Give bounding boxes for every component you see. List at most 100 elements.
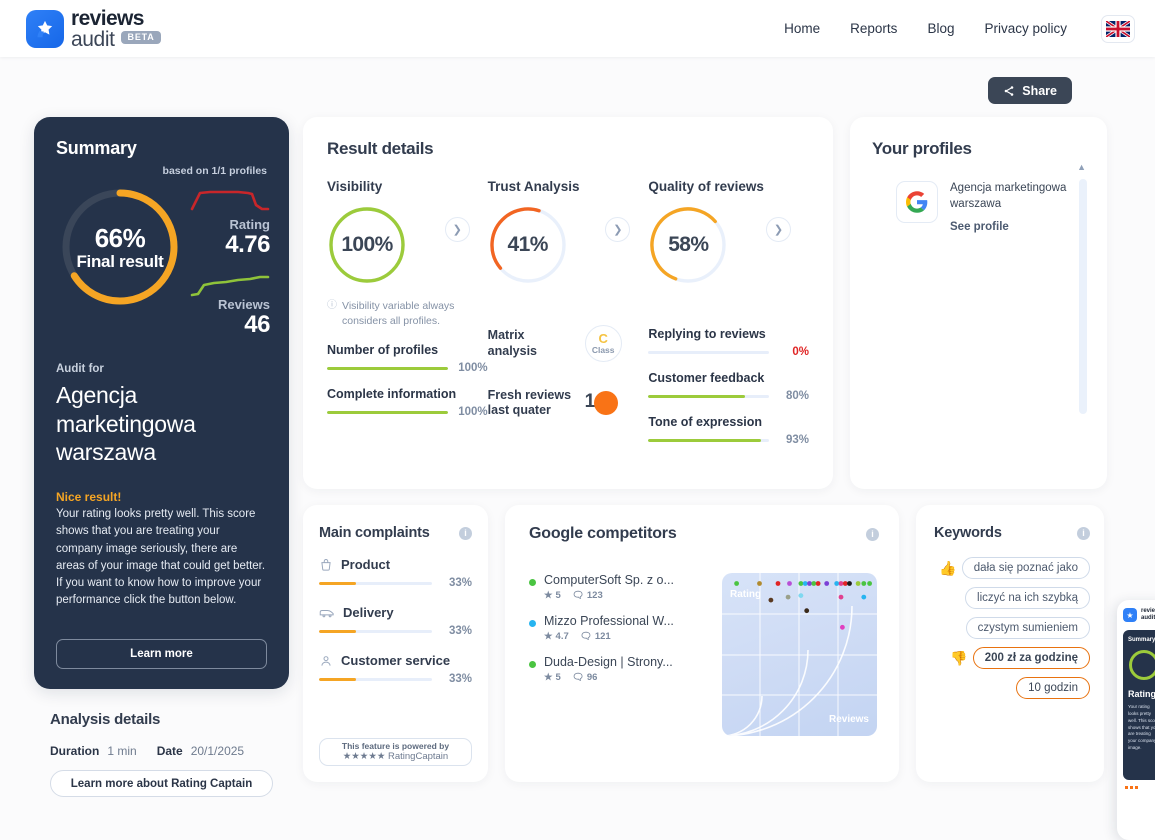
- competitor-reviews: 🗨 123: [572, 590, 603, 601]
- audited-company-name: Agencja marketingowa warszawa: [56, 382, 196, 465]
- bar-track: [327, 410, 448, 414]
- bar-fill: [648, 394, 745, 398]
- matrix-analysis-label: Matrix analysis: [487, 328, 538, 358]
- trust-rows: Matrix analysis C Class Fresh reviews la…: [488, 325, 649, 419]
- bar-number-of-profiles: Number of profiles 100%: [327, 343, 488, 374]
- language-selector[interactable]: [1101, 14, 1135, 43]
- scroll-up-chevron-icon[interactable]: ▲: [1077, 162, 1086, 172]
- info-icon: ⓘ: [327, 300, 337, 311]
- nav-item-home[interactable]: Home: [784, 21, 820, 36]
- metric-visibility-label: Visibility: [327, 179, 383, 194]
- keyword-row: czystym sumieniem: [965, 617, 1090, 639]
- powered-by-rating-captain-badge[interactable]: This feature is powered by ★★★★★ RatingC…: [319, 738, 472, 766]
- competitor-reviews-value: 96: [586, 672, 598, 683]
- complaint-delivery: Delivery 33%: [319, 605, 472, 637]
- comment-icon: 🗨: [571, 672, 584, 683]
- your-profiles-title: Your profiles: [872, 139, 972, 158]
- widget-logo-line-1: reviews: [1141, 608, 1155, 614]
- keyword-chip[interactable]: 200 zł za godzinę: [972, 647, 1090, 669]
- keyword-chip[interactable]: 10 godzin: [1016, 677, 1090, 699]
- result-details-title: Result details: [327, 139, 434, 158]
- bar-label: Number of profiles: [327, 343, 439, 358]
- list-item[interactable]: Duda-Design | Strony... ★ 5 🗨 96: [529, 655, 704, 683]
- widget-logo: ★ reviews audit: [1123, 608, 1155, 623]
- summary-based-on: based on 1/1 profiles: [162, 165, 267, 177]
- competitor-dot: [529, 620, 536, 627]
- profile-name: Agencja marketingowa warszawa: [950, 182, 1067, 210]
- complaint-customer-service: Customer service 33%: [319, 653, 472, 685]
- quality-expand-chevron-right-icon[interactable]: ❯: [766, 217, 792, 242]
- profile-list-item[interactable]: Agencja marketingowa warszawa See profil…: [872, 181, 1087, 235]
- competitor-list: ComputerSoft Sp. z o... ★ 5 🗨 123 Mizzo …: [529, 573, 704, 736]
- keyword-chip[interactable]: liczyć na ich szybką: [965, 587, 1090, 609]
- duration-label: Duration: [50, 744, 100, 758]
- keyword-chip[interactable]: dała się poznać jako: [961, 557, 1090, 579]
- trust-expand-chevron-right-icon[interactable]: ❯: [605, 217, 631, 242]
- bar-track: [319, 581, 432, 585]
- competitor-name: ComputerSoft Sp. z o...: [544, 573, 674, 587]
- competitors-info-icon[interactable]: i: [866, 527, 879, 541]
- share-button[interactable]: Share: [988, 77, 1072, 104]
- bar-percent: 80%: [785, 390, 810, 402]
- summary-sparklines: Rating 4.76 Reviews 46: [184, 183, 271, 337]
- competitor-rating: ★ 5: [544, 672, 561, 683]
- final-result-donut: 66% Final result: [56, 183, 184, 311]
- nav-item-blog[interactable]: Blog: [927, 21, 954, 36]
- bar-percent: 33%: [448, 673, 472, 685]
- competitor-name: Mizzo Professional W...: [544, 614, 674, 628]
- bar-fill: [319, 677, 357, 681]
- metric-quality-of-reviews: Quality of reviews 58% ❯ Replying to rev: [648, 179, 809, 459]
- uk-flag-icon: [1106, 20, 1130, 37]
- fresh-reviews-label: Fresh reviews last quater: [487, 388, 572, 418]
- matrix-class-badge: C Class: [584, 325, 622, 362]
- row-matrix-analysis: Matrix analysis C Class: [488, 325, 649, 362]
- bar-complete-information: Complete information 100%: [327, 387, 488, 418]
- profiles-scrollbar[interactable]: [1079, 179, 1087, 414]
- keywords-info-icon[interactable]: i: [1077, 526, 1090, 540]
- rating-sparkline: [190, 190, 270, 211]
- matrix-class-label: Class: [591, 345, 615, 356]
- keywords-card: Keywords i 👍 dała się poznać jako liczyć…: [916, 505, 1104, 782]
- competitor-rating-value: 5: [555, 672, 561, 683]
- nav-item-privacy-policy[interactable]: Privacy policy: [984, 21, 1067, 36]
- trust-ring: 41%: [488, 205, 568, 285]
- scatter-xlabel: Reviews: [828, 714, 869, 725]
- summary-title: Summary: [56, 138, 137, 158]
- beta-badge: BETA: [120, 30, 161, 44]
- competitor-reviews: 🗨 121: [580, 631, 611, 642]
- competitor-scatter-chart[interactable]: Rating Reviews: [722, 573, 877, 736]
- rating-label: Rating: [229, 217, 270, 232]
- widget-logo-line-2: audit: [1141, 615, 1155, 622]
- keywords-title: Keywords: [934, 525, 1002, 541]
- quality-bars: Replying to reviews 0% Customer feedback: [648, 327, 809, 446]
- learn-more-button[interactable]: Learn more: [56, 639, 267, 669]
- widget-donut: [1129, 650, 1155, 681]
- see-profile-link[interactable]: See profile: [950, 221, 1009, 233]
- quality-ring: 58%: [648, 205, 728, 285]
- fresh-reviews-badge: 1: [585, 390, 625, 416]
- list-item[interactable]: ComputerSoft Sp. z o... ★ 5 🗨 123: [529, 573, 704, 601]
- app-logo[interactable]: reviews audit BETA: [26, 8, 161, 50]
- bar-tone-of-expression: Tone of expression 93%: [648, 415, 809, 446]
- bar-percent: 100%: [458, 406, 488, 419]
- bar-percent: 33%: [448, 577, 472, 589]
- metric-visibility: Visibility 100% ❯ ⓘ Visibility variable …: [327, 179, 488, 459]
- competitor-rating-value: 4.7: [555, 631, 569, 642]
- rating-captain-button[interactable]: Learn more about Rating Captain: [50, 770, 273, 797]
- complaints-info-icon[interactable]: i: [459, 526, 472, 540]
- competitor-dot: [529, 579, 536, 586]
- bar-label: Tone of expression: [648, 415, 763, 429]
- visibility-bars: Number of profiles 100% Complete informa…: [327, 343, 488, 418]
- bar-track: [319, 629, 432, 633]
- competitor-reviews-value: 121: [594, 631, 611, 642]
- bar-percent: 93%: [785, 434, 810, 446]
- competitor-dot: [529, 661, 536, 668]
- visibility-expand-chevron-right-icon[interactable]: ❯: [444, 217, 470, 242]
- result-description: Your rating looks pretty well. This scor…: [56, 508, 266, 607]
- keyword-chip[interactable]: czystym sumieniem: [965, 617, 1090, 639]
- floating-preview-widget[interactable]: ★ reviews audit Summary Rating Your rati…: [1117, 600, 1155, 840]
- result-details-card: Result details Visibility 100% ❯ ⓘ Visib…: [303, 117, 833, 489]
- nav-item-reports[interactable]: Reports: [850, 21, 897, 36]
- list-item[interactable]: Mizzo Professional W... ★ 4.7 🗨 121: [529, 614, 704, 642]
- final-result-percent: 66%: [94, 222, 146, 253]
